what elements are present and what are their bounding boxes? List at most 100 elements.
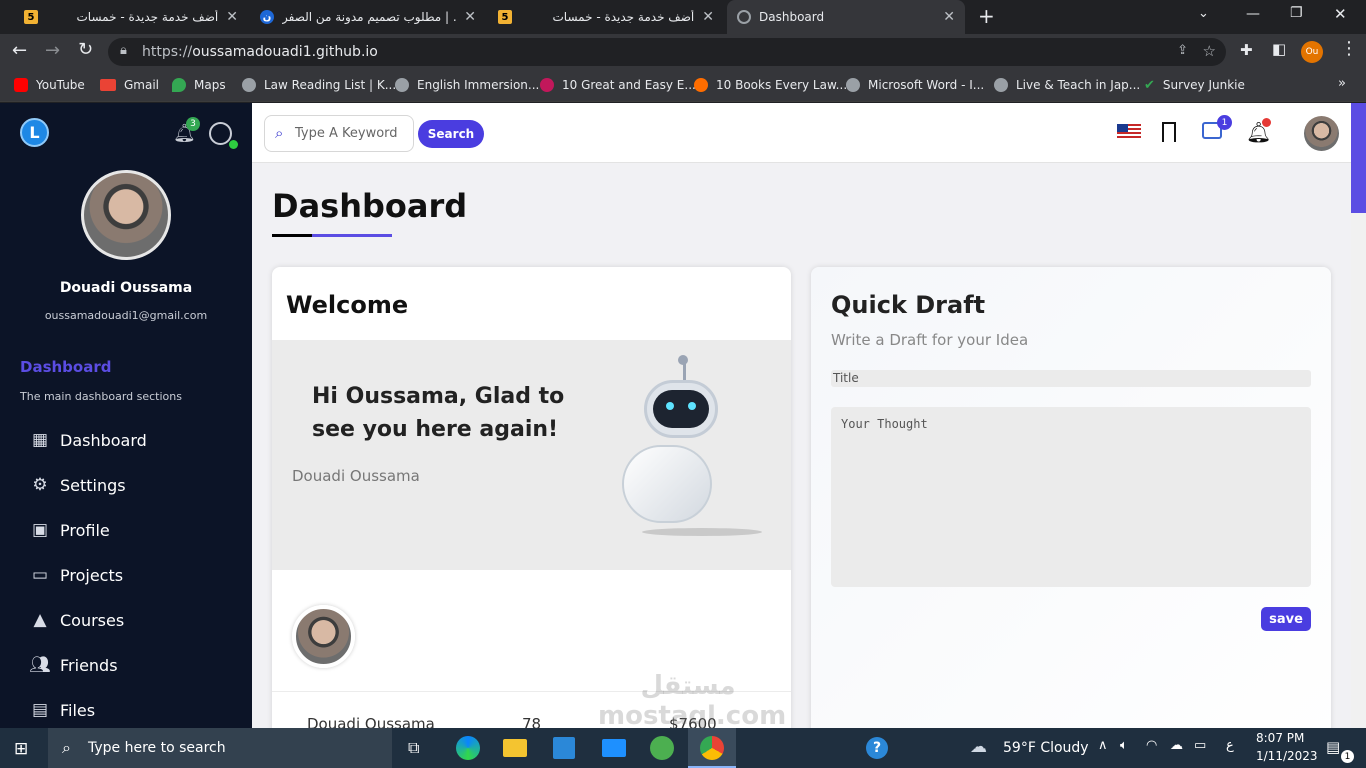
share-icon[interactable]: ⇪	[1177, 43, 1188, 58]
close-tab-icon[interactable]: ✕	[464, 9, 476, 25]
file-explorer-icon[interactable]	[503, 739, 527, 757]
side-panel-icon[interactable]: ◧	[1272, 40, 1286, 58]
bookmark-star-icon[interactable]: ☆	[1203, 42, 1216, 60]
user-email: oussamadouadi1@gmail.com	[44, 309, 208, 322]
tab-title: أضف خدمة جديدة - خمسات	[76, 10, 219, 24]
bookmark-gmail[interactable]: Gmail	[100, 70, 159, 100]
show-hidden-icons[interactable]: ∧	[1098, 738, 1108, 753]
mostaql-favicon-icon: ن	[260, 10, 274, 24]
store-icon[interactable]	[553, 737, 575, 759]
input-language[interactable]: ع	[1226, 738, 1234, 753]
reload-icon[interactable]: ↻	[78, 39, 93, 60]
section-subtitle: The main dashboard sections	[20, 390, 182, 403]
section-title: Dashboard	[20, 358, 112, 376]
nav-item-courses[interactable]: ▲ Courses	[30, 610, 124, 630]
bookmark-english-immersion[interactable]: English Immersion...	[395, 70, 539, 100]
windows-start-icon[interactable]: ⊞	[14, 739, 28, 759]
more-bookmarks-icon[interactable]: »	[1338, 76, 1346, 91]
grid-icon: ▦	[31, 430, 49, 450]
messages-badge: 1	[1217, 115, 1232, 130]
windows-taskbar: ⊞ ⌕ Type here to search ⧉ ? ☁︎ 59°F Clou…	[0, 728, 1366, 768]
nav-item-files[interactable]: ▤ Files	[30, 700, 95, 720]
tab-search-icon[interactable]: ⌄	[1198, 6, 1209, 21]
volume-icon[interactable]: 🔈︎	[1120, 738, 1128, 753]
close-tab-icon[interactable]: ✕	[702, 9, 714, 25]
welcome-avatar	[292, 605, 355, 668]
mostaql-watermark: مستقل mostaql.com	[598, 671, 787, 728]
restore-icon[interactable]: ❐	[1290, 5, 1303, 21]
search-placeholder: Type A Keyword	[295, 126, 398, 141]
user-avatar[interactable]	[81, 170, 171, 260]
network-icon[interactable]: ◠	[1146, 738, 1157, 753]
bookmark-live-teach[interactable]: Live & Teach in Jap...	[994, 70, 1140, 100]
edge-icon[interactable]	[456, 736, 480, 760]
bookmark-survey-junkie[interactable]: ✔ Survey Junkie	[1144, 70, 1245, 100]
welcome-greeting: Hi Oussama, Glad to see you here again!	[312, 384, 565, 442]
nav-item-friends[interactable]: 👥︎ Friends	[29, 655, 117, 675]
nav-item-projects[interactable]: ▭ Projects	[30, 565, 123, 585]
profile-avatar[interactable]: Ou	[1301, 41, 1323, 63]
check-icon: ✔	[1144, 77, 1155, 93]
weather-text[interactable]: 59°F Cloudy	[1003, 740, 1089, 756]
search-input[interactable]: ⌕ Type A Keyword	[264, 115, 414, 152]
file-icon: ▤	[31, 700, 49, 720]
bookmark-law-reading-list[interactable]: Law Reading List | K...	[242, 70, 396, 100]
taskbar-search-placeholder: Type here to search	[88, 740, 226, 756]
browser-tab-active[interactable]: Dashboard ✕	[727, 0, 965, 34]
browser-tab[interactable]: ن مطلوب تصميم مدونة من الصفر | ... ✕	[250, 0, 486, 34]
url-prefix: https://	[142, 44, 193, 60]
scrollbar-thumb[interactable]	[1351, 103, 1366, 213]
onedrive-icon[interactable]: ☁︎	[1170, 738, 1183, 753]
bookmark-icon[interactable]	[1162, 122, 1176, 142]
help-icon[interactable]: ?	[866, 737, 888, 759]
battery-icon[interactable]: ▭	[1194, 738, 1206, 753]
browser-tab[interactable]: 5 أضف خدمة جديدة - خمسات ✕	[14, 0, 248, 34]
top-bar: ⌕ Type A Keyword Search 1 🔔︎	[252, 103, 1351, 163]
logo[interactable]: L	[20, 118, 49, 147]
save-button[interactable]: save	[1261, 607, 1311, 631]
browser-toolbar: ← → ↻ 🔒︎ https://oussamadouadi1.github.i…	[0, 34, 1366, 70]
back-icon[interactable]: ←	[12, 40, 27, 61]
chrome-taskbar-item[interactable]	[688, 728, 736, 768]
robot-illustration	[612, 350, 762, 540]
draft-thought-textarea[interactable]: Your Thought	[831, 407, 1311, 587]
bookmark-10-books[interactable]: 10 Books Every Law...	[694, 70, 847, 100]
nav-item-dashboard[interactable]: ▦ Dashboard	[30, 430, 147, 450]
bookmark-maps[interactable]: Maps	[172, 70, 226, 100]
extensions-icon[interactable]: ✚	[1240, 41, 1253, 59]
browser-tab-strip: 5 أضف خدمة جديدة - خمسات ✕ ن مطلوب تصميم…	[0, 0, 1366, 34]
nav-item-settings[interactable]: ⚙︎ Settings	[30, 475, 125, 495]
bookmark-youtube[interactable]: YouTube	[14, 70, 85, 100]
globe-icon	[737, 10, 751, 24]
taskbar-search-box[interactable]: ⌕ Type here to search	[48, 728, 392, 768]
search-button[interactable]: Search	[418, 120, 484, 148]
notification-center-icon[interactable]: ▤	[1326, 738, 1340, 756]
us-flag-icon[interactable]	[1117, 124, 1141, 139]
quick-draft-card: Quick Draft Write a Draft for your Idea …	[811, 267, 1331, 728]
close-tab-icon[interactable]: ✕	[226, 9, 238, 25]
page-title: Dashboard	[272, 187, 468, 225]
minimize-icon[interactable]: —	[1246, 6, 1260, 22]
bookmark-10-great[interactable]: 10 Great and Easy E...	[540, 70, 696, 100]
utorrent-icon[interactable]	[650, 736, 674, 760]
forward-icon[interactable]: →	[45, 40, 60, 61]
sidebar: L 🔔︎ 3 Douadi Oussama oussamadouadi1@gma…	[0, 103, 252, 728]
close-window-icon[interactable]: ✕	[1334, 5, 1347, 23]
new-tab-icon[interactable]: +	[978, 4, 995, 28]
draft-title-input[interactable]: Title	[831, 370, 1311, 387]
address-bar[interactable]: 🔒︎ https://oussamadouadi1.github.io ⇪ ☆	[108, 38, 1226, 66]
page-scrollbar[interactable]	[1351, 103, 1366, 728]
maps-icon	[172, 78, 186, 92]
main-content: ⌕ Type A Keyword Search 1 🔔︎ Dashboard W…	[252, 103, 1351, 728]
browser-tab[interactable]: 5 أضف خدمة جديدة - خمسات ✕	[488, 0, 724, 34]
bookmark-microsoft-word[interactable]: Microsoft Word - I...	[846, 70, 984, 100]
header-avatar[interactable]	[1304, 116, 1339, 151]
mail-icon[interactable]	[602, 739, 626, 757]
clock-time[interactable]: 8:07 PM	[1256, 731, 1304, 745]
menu-icon[interactable]: ⋮	[1340, 38, 1358, 59]
user-name: Douadi Oussama	[59, 280, 193, 296]
close-tab-icon[interactable]: ✕	[943, 9, 955, 25]
task-view-icon[interactable]: ⧉	[408, 738, 419, 758]
clock-date[interactable]: 1/11/2023	[1256, 749, 1318, 763]
nav-item-profile[interactable]: ▣ Profile	[30, 520, 110, 540]
